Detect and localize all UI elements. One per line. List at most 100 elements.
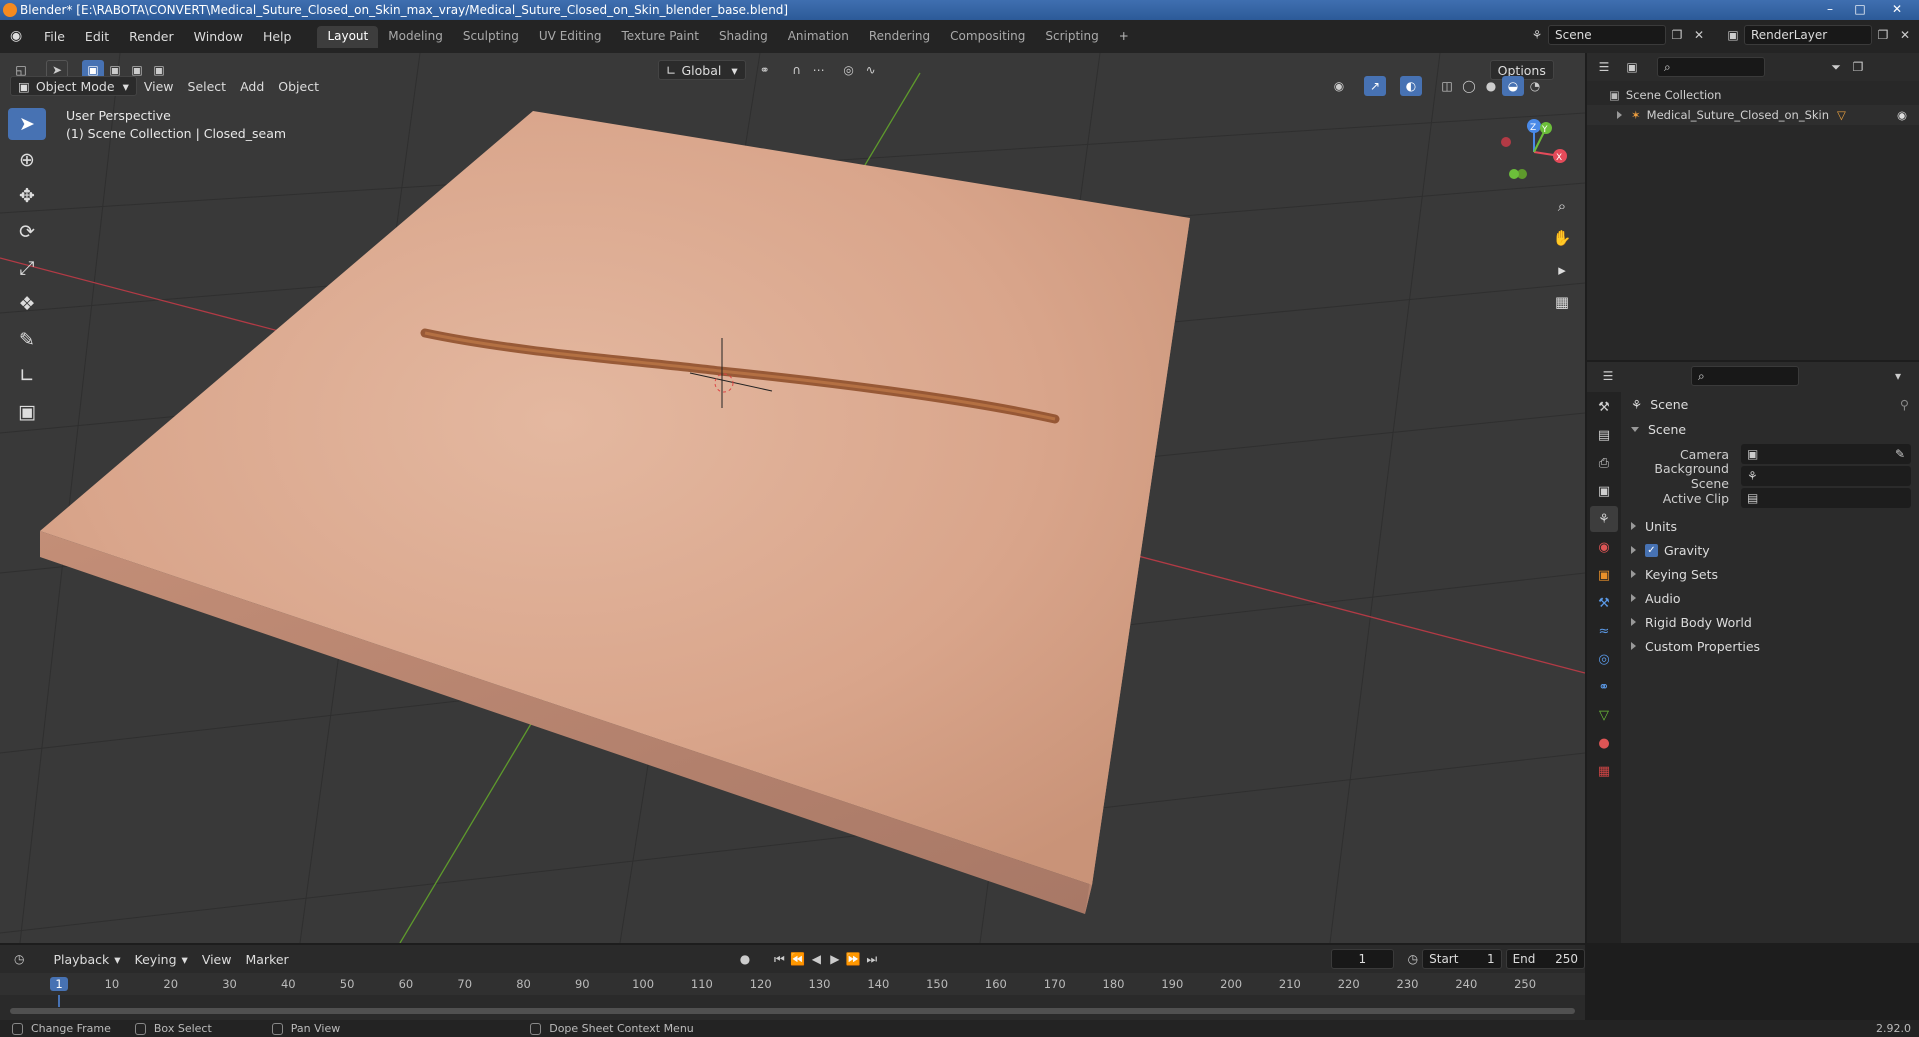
properties-editor-icon[interactable]: ☰: [1597, 366, 1619, 386]
skin-block-top[interactable]: [40, 111, 1190, 885]
tab-animation[interactable]: Animation: [778, 26, 859, 48]
pivot-point-icon[interactable]: ⚭: [754, 60, 776, 80]
maximize-button[interactable]: □: [1846, 0, 1874, 18]
navigation-gizmo[interactable]: Z X Y: [1494, 112, 1574, 192]
pin-icon[interactable]: ⚲: [1900, 397, 1909, 412]
move-tool-icon[interactable]: ✥: [8, 180, 46, 212]
pan-hand-icon[interactable]: ✋: [1548, 224, 1576, 252]
jump-start-icon[interactable]: ⏮: [770, 949, 788, 969]
render-tab-icon[interactable]: ▤: [1590, 422, 1618, 448]
timeline-scrollbar[interactable]: [10, 1008, 1575, 1014]
proportional-falloff-icon[interactable]: ∿: [860, 60, 882, 80]
material-tab-icon[interactable]: ●: [1590, 730, 1618, 756]
gizmo-toggle-icon[interactable]: ↗: [1364, 76, 1386, 96]
scale-tool-icon[interactable]: ⤢: [8, 252, 46, 284]
delete-view-layer-icon[interactable]: ✕: [1894, 25, 1916, 45]
menu-file[interactable]: File: [34, 29, 75, 44]
3d-viewport[interactable]: [0, 53, 1585, 943]
snap-icon[interactable]: ∩: [786, 60, 808, 80]
rendered-shading-icon[interactable]: ◔: [1524, 76, 1546, 96]
active-clip-field[interactable]: ▤: [1741, 488, 1911, 508]
rigid-body-world-section[interactable]: Rigid Body World: [1623, 611, 1919, 633]
timeline-menu-playback[interactable]: Playback ▾: [46, 949, 127, 969]
eyedropper-icon[interactable]: ✎: [1895, 447, 1905, 461]
new-collection-icon[interactable]: ❐: [1847, 57, 1869, 77]
custom-properties-section[interactable]: Custom Properties: [1623, 635, 1919, 657]
transform-tool-icon[interactable]: ❖: [8, 288, 46, 320]
physics-tab-icon[interactable]: ◎: [1590, 646, 1618, 672]
proportional-edit-icon[interactable]: ◎: [838, 60, 860, 80]
perspective-toggle-icon[interactable]: ▦: [1548, 288, 1576, 316]
zoom-icon[interactable]: ⌕: [1548, 192, 1576, 220]
view-layer-icon[interactable]: ▣: [1722, 25, 1744, 45]
tab-texture-paint[interactable]: Texture Paint: [612, 26, 709, 48]
menu-help[interactable]: Help: [253, 29, 302, 44]
preview-range-icon[interactable]: ◷: [1404, 949, 1422, 969]
properties-search-input[interactable]: ⌕: [1691, 366, 1799, 386]
playhead-line[interactable]: [58, 995, 60, 1007]
minimize-button[interactable]: –: [1816, 0, 1844, 18]
object-tab-icon[interactable]: ▣: [1590, 562, 1618, 588]
camera-field[interactable]: ▣ ✎: [1741, 444, 1911, 464]
camera-view-icon[interactable]: ▸: [1548, 256, 1576, 284]
world-tab-icon[interactable]: ◉: [1590, 534, 1618, 560]
tab-scripting[interactable]: Scripting: [1035, 26, 1108, 48]
jump-keyframe-forward-icon[interactable]: ⏩: [844, 949, 862, 969]
render-layer-field[interactable]: RenderLayer: [1744, 25, 1872, 45]
units-section[interactable]: Units: [1623, 515, 1919, 537]
scene-panel-header[interactable]: Scene: [1623, 418, 1919, 440]
tab-shading[interactable]: Shading: [709, 26, 778, 48]
play-icon[interactable]: ▶: [826, 949, 844, 969]
tab-uv-editing[interactable]: UV Editing: [529, 26, 612, 48]
play-reverse-icon[interactable]: ◀: [807, 949, 825, 969]
tab-sculpting[interactable]: Sculpting: [453, 26, 529, 48]
display-mode-icon[interactable]: ▣: [1621, 57, 1643, 77]
overlays-toggle-icon[interactable]: ◐: [1400, 76, 1422, 96]
background-scene-field[interactable]: ⚘: [1741, 466, 1911, 486]
measure-tool-icon[interactable]: ∟: [8, 360, 46, 392]
expand-arrow-icon[interactable]: [1617, 111, 1622, 119]
viewport-menu-object[interactable]: Object: [271, 76, 326, 96]
xray-toggle-icon[interactable]: ◫: [1436, 76, 1458, 96]
snap-target-icon[interactable]: ⋯: [808, 60, 830, 80]
delete-scene-icon[interactable]: ✕: [1688, 25, 1710, 45]
filter-icon[interactable]: ⏷: [1825, 57, 1847, 77]
gravity-checkbox[interactable]: ✓: [1645, 543, 1658, 557]
eye-visibility-icon[interactable]: ◉: [1897, 108, 1907, 122]
record-icon[interactable]: ●: [736, 949, 754, 969]
transform-orientation-dropdown[interactable]: ∟ Global ▾: [658, 60, 746, 80]
properties-options-icon[interactable]: ▾: [1887, 366, 1909, 386]
scene-tab-icon[interactable]: ⚘: [1590, 506, 1618, 532]
timeline-editor-icon[interactable]: ◷: [10, 949, 28, 969]
add-workspace-icon[interactable]: +: [1109, 26, 1139, 48]
keying-sets-section[interactable]: Keying Sets: [1623, 563, 1919, 585]
audio-section[interactable]: Audio: [1623, 587, 1919, 609]
new-scene-icon[interactable]: ❐: [1666, 25, 1688, 45]
frame-ruler[interactable]: 1 10 20 30 40 50 60 70 80 90 100 110 120 130 140 150 160…: [0, 973, 1585, 1007]
jump-keyframe-back-icon[interactable]: ⏪: [789, 949, 807, 969]
gravity-section[interactable]: ✓ Gravity: [1623, 539, 1919, 561]
cursor-tool-icon[interactable]: ⊕: [8, 144, 46, 176]
scene-name-field[interactable]: Scene: [1548, 25, 1666, 45]
end-frame-field[interactable]: End 250: [1505, 949, 1586, 969]
menu-render[interactable]: Render: [119, 29, 184, 44]
tab-compositing[interactable]: Compositing: [940, 26, 1035, 48]
outliner-row-scene-collection[interactable]: ▣ Scene Collection: [1587, 85, 1919, 105]
tab-rendering[interactable]: Rendering: [859, 26, 940, 48]
modifier-tab-icon[interactable]: ⚒: [1590, 590, 1618, 616]
tab-layout[interactable]: Layout: [317, 25, 379, 48]
mesh-data-icon[interactable]: ▽: [1837, 108, 1846, 122]
texture-tab-icon[interactable]: ▦: [1590, 758, 1618, 784]
material-shading-icon[interactable]: ◒: [1502, 76, 1524, 96]
outliner-editor-icon[interactable]: ☰: [1593, 57, 1615, 77]
viewport-menu-view[interactable]: View: [137, 76, 181, 96]
blender-menu-icon[interactable]: ◉: [10, 28, 22, 44]
solid-shading-icon[interactable]: ●: [1480, 76, 1502, 96]
add-cube-tool-icon[interactable]: ▣: [8, 396, 46, 428]
timeline-menu-marker[interactable]: Marker: [238, 949, 295, 969]
timeline-menu-view[interactable]: View: [195, 949, 239, 969]
jump-end-icon[interactable]: ⏭: [863, 949, 881, 969]
select-box-tool-icon[interactable]: ➤: [8, 108, 46, 140]
menu-window[interactable]: Window: [184, 29, 253, 44]
view-layer-tab-icon[interactable]: ▣: [1590, 478, 1618, 504]
